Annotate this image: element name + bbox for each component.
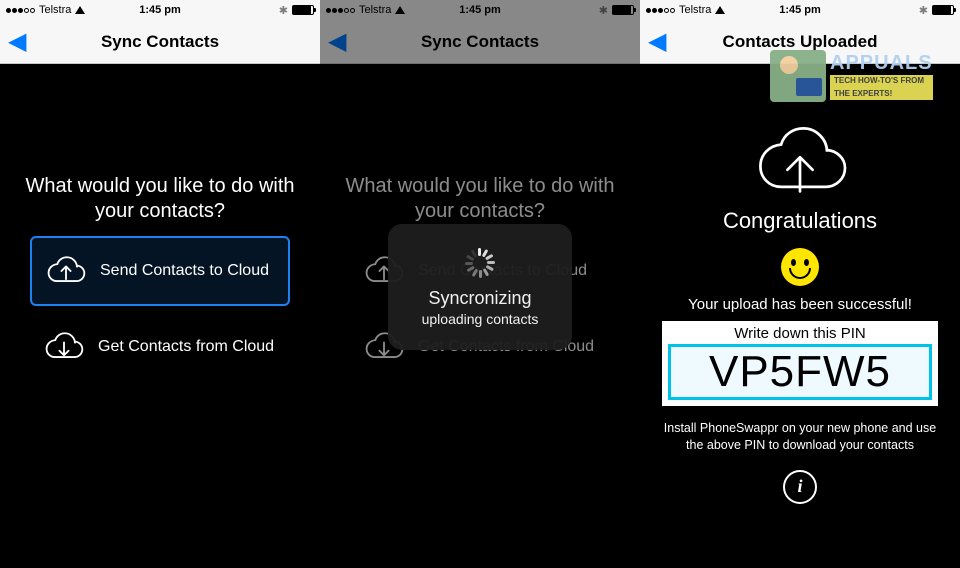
send-contacts-option[interactable]: Send Contacts to Cloud bbox=[30, 236, 290, 306]
get-contacts-option[interactable]: Get Contacts from Cloud bbox=[30, 312, 290, 382]
appuals-watermark: APPUALS TECH HOW-TO'S FROM THE EXPERTS! bbox=[770, 48, 960, 104]
install-instructions: Install PhoneSwappr on your new phone an… bbox=[640, 420, 960, 454]
cloud-download-icon bbox=[42, 325, 86, 369]
nav-title: Sync Contacts bbox=[101, 32, 219, 52]
watermark-title: APPUALS bbox=[830, 52, 933, 75]
hud-title: Syncronizing bbox=[428, 288, 531, 309]
watermark-character-icon bbox=[770, 50, 826, 102]
watermark-sub1: TECH HOW-TO'S FROM bbox=[830, 75, 933, 87]
progress-hud: Syncronizing uploading contacts bbox=[388, 224, 572, 350]
bluetooth-icon: ✱ bbox=[279, 4, 288, 17]
smiley-icon bbox=[781, 248, 819, 286]
cloud-upload-icon bbox=[44, 249, 88, 293]
pin-value: VP5FW5 bbox=[668, 344, 932, 400]
pin-box: Write down this PIN VP5FW5 bbox=[662, 321, 938, 406]
pin-label: Write down this PIN bbox=[668, 325, 932, 342]
screen-syncing: Telstra 1:45 pm ✱ ◀ Sync Contacts What w… bbox=[320, 0, 640, 568]
back-button[interactable]: ◀ bbox=[8, 30, 26, 54]
spinner-icon bbox=[465, 248, 495, 278]
clock-label: 1:45 pm bbox=[0, 4, 320, 16]
send-contacts-label: Send Contacts to Cloud bbox=[100, 262, 269, 280]
screen-uploaded: Telstra 1:45 pm ✱ ◀ Contacts Uploaded AP… bbox=[640, 0, 960, 568]
prompt-text: What would you like to do with your cont… bbox=[0, 174, 320, 236]
status-bar: Telstra 1:45 pm ✱ bbox=[0, 0, 320, 20]
get-contacts-label: Get Contacts from Cloud bbox=[98, 338, 274, 356]
cloud-upload-large-icon bbox=[745, 114, 855, 204]
bluetooth-icon: ✱ bbox=[919, 4, 928, 17]
battery-icon bbox=[292, 5, 314, 15]
watermark-sub2: THE EXPERTS! bbox=[830, 88, 933, 100]
info-button[interactable]: i bbox=[783, 470, 817, 504]
back-button[interactable]: ◀ bbox=[648, 30, 666, 54]
hud-subtitle: uploading contacts bbox=[422, 311, 539, 327]
congrats-title: Congratulations bbox=[723, 208, 877, 234]
nav-bar: ◀ Sync Contacts bbox=[0, 20, 320, 64]
success-message: Your upload has been successful! bbox=[688, 296, 912, 313]
status-bar: Telstra 1:45 pm ✱ bbox=[640, 0, 960, 20]
clock-label: 1:45 pm bbox=[640, 4, 960, 16]
screen-sync-contacts: Telstra 1:45 pm ✱ ◀ Sync Contacts What w… bbox=[0, 0, 320, 568]
battery-icon bbox=[932, 5, 954, 15]
